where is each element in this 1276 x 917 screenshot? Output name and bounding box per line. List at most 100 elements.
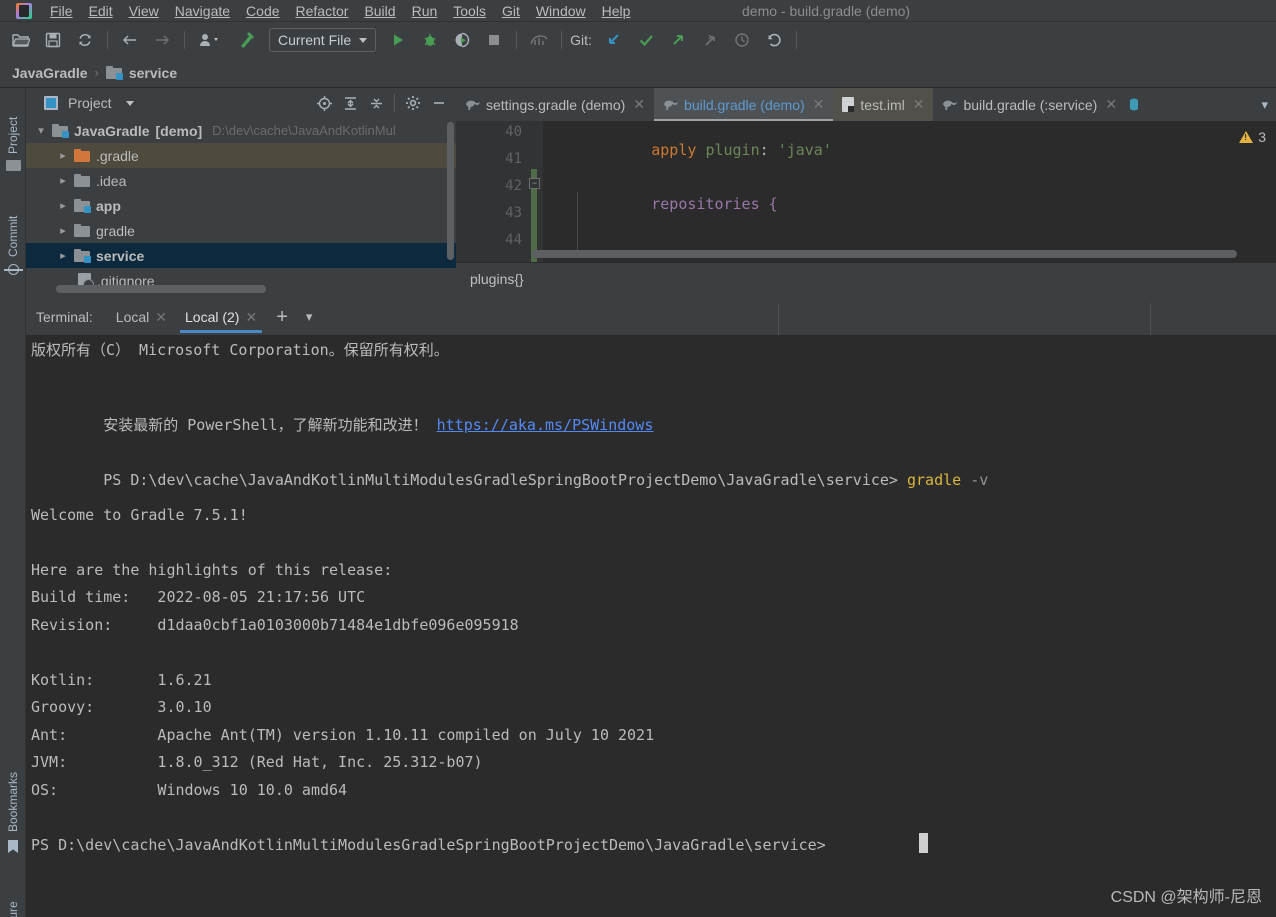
panel-divider [394, 94, 395, 112]
code-token-repositories: repositories [651, 195, 769, 213]
menu-item-refactor[interactable]: Refactor [288, 0, 357, 22]
tree-horizontal-scrollbar[interactable] [56, 285, 266, 293]
menu-item-edit[interactable]: Edit [81, 0, 121, 22]
chevron-right-icon[interactable]: ▸ [56, 149, 70, 162]
terminal-output[interactable]: 版权所有（C） Microsoft Corporation。保留所有权利。 安装… [26, 335, 1276, 917]
tool-window-button-commit[interactable]: Commit [0, 193, 26, 257]
inspection-warning-badge[interactable]: 3 [1239, 129, 1266, 145]
chevron-right-icon[interactable]: ▸ [56, 249, 70, 262]
minimize-icon[interactable] [428, 92, 450, 114]
terminal-tab-local-2[interactable]: Local (2) ✕ [176, 299, 266, 335]
stop-icon[interactable] [481, 27, 507, 53]
chevron-right-icon[interactable]: ▸ [56, 224, 70, 237]
history-icon[interactable] [729, 27, 755, 53]
debug-icon[interactable] [417, 27, 443, 53]
menu-item-run-label: Run [411, 2, 438, 19]
chevron-down-icon[interactable]: ▾ [298, 309, 321, 325]
locate-target-icon[interactable] [313, 92, 335, 114]
add-tab-icon[interactable]: + [266, 306, 298, 329]
menu-item-view[interactable]: View [121, 0, 167, 22]
menu-item-run[interactable]: Run [404, 0, 446, 22]
forward-arrow-icon[interactable] [149, 27, 175, 53]
tree-vertical-scrollbar[interactable] [447, 122, 454, 260]
tree-row-gradle-cache[interactable]: ▸ .gradle [26, 143, 456, 168]
tree-row-app[interactable]: ▸ app [26, 193, 456, 218]
push-icon[interactable] [665, 27, 691, 53]
project-tree[interactable]: ▾ JavaGradle [demo] D:\dev\cache\JavaAnd… [26, 118, 456, 295]
fold-collapse-icon[interactable]: − [529, 178, 540, 189]
menu-item-help[interactable]: Help [594, 0, 639, 22]
chevron-down-icon[interactable] [125, 100, 134, 106]
update-project-icon[interactable] [601, 27, 627, 53]
build-hammer-icon[interactable] [234, 27, 260, 53]
tree-row-service[interactable]: ▸ service [26, 243, 456, 268]
terminal-cursor [919, 833, 928, 853]
menu-item-file[interactable]: File [42, 0, 81, 22]
breadcrumb-current[interactable]: service [129, 65, 177, 81]
tool-window-button-project[interactable]: Project [0, 92, 26, 154]
tree-row-gradle[interactable]: ▸ gradle [26, 218, 456, 243]
menu-item-code[interactable]: Code [238, 0, 287, 22]
main-toolbar: Current File Git: [0, 22, 1276, 58]
commit-icon[interactable] [633, 27, 659, 53]
editor-tab-partial-next[interactable] [1126, 88, 1147, 121]
tab-overflow-chevron-icon[interactable]: ▾ [1261, 88, 1276, 121]
menu-item-navigate[interactable]: Navigate [167, 0, 238, 22]
tree-row-javagradle[interactable]: ▾ JavaGradle [demo] D:\dev\cache\JavaAnd… [26, 118, 456, 143]
tree-label-idea: .idea [96, 172, 127, 189]
menu-item-git[interactable]: Git [494, 0, 528, 22]
editor-tab-label-settings-gradle: settings.gradle (demo) [486, 96, 626, 113]
close-icon[interactable]: ✕ [813, 96, 825, 113]
tree-label-gradle-cache: .gradle [96, 147, 139, 164]
project-tool-window: Project ▾ JavaGradle [demo] D:\dev\cache… [26, 88, 456, 295]
indent-guide [577, 192, 578, 254]
menu-item-window[interactable]: Window [528, 0, 594, 22]
left-tool-strip: Project Commit Bookmarks Structure [0, 88, 26, 917]
settings-gear-icon[interactable] [402, 92, 424, 114]
close-icon[interactable]: ✕ [155, 309, 167, 326]
code-editor[interactable]: 40 41 42 43 44 − apply plugin: 'java' re… [456, 121, 1276, 262]
profiler-icon[interactable] [526, 27, 552, 53]
close-icon[interactable]: ✕ [245, 309, 257, 326]
chevron-right-icon[interactable]: ▸ [56, 174, 70, 187]
sync-refresh-icon[interactable] [72, 27, 98, 53]
menu-item-file-label: File [50, 2, 73, 19]
chevron-down-icon[interactable]: ▾ [34, 124, 48, 137]
back-arrow-icon[interactable] [117, 27, 143, 53]
breadcrumb-root[interactable]: JavaGradle [12, 65, 88, 81]
branch-icon[interactable] [697, 27, 723, 53]
project-panel-title[interactable]: Project [68, 95, 112, 111]
editor-tab-test-iml[interactable]: test.iml ✕ [833, 88, 934, 121]
expand-all-icon[interactable] [339, 92, 361, 114]
rollback-icon[interactable] [761, 27, 787, 53]
tool-window-button-bookmarks[interactable]: Bookmarks [0, 748, 26, 832]
editor-tab-settings-gradle[interactable]: settings.gradle (demo) ✕ [456, 88, 654, 121]
collapse-all-icon[interactable] [365, 92, 387, 114]
close-icon[interactable]: ✕ [633, 96, 645, 113]
terminal-tab-local[interactable]: Local ✕ [107, 299, 176, 335]
run-configuration-selector[interactable]: Current File [269, 28, 377, 52]
tree-label-service: service [96, 247, 145, 264]
tool-window-button-structure[interactable]: Structure [0, 870, 26, 917]
bookmark-icon [8, 840, 18, 853]
menu-item-edit-label: Edit [88, 2, 113, 19]
run-icon[interactable] [385, 27, 411, 53]
line-number: 44 [505, 232, 522, 248]
menu-item-tools[interactable]: Tools [445, 0, 494, 22]
close-icon[interactable]: ✕ [1105, 96, 1117, 113]
menu-item-build[interactable]: Build [356, 0, 403, 22]
tree-row-idea[interactable]: ▸ .idea [26, 168, 456, 193]
tree-label-gradle: gradle [96, 222, 135, 239]
save-all-icon[interactable] [40, 27, 66, 53]
line-number-gutter: 40 41 42 43 44 [456, 121, 530, 262]
open-folder-icon[interactable] [8, 27, 34, 53]
editor-horizontal-scrollbar[interactable] [532, 250, 1237, 258]
chevron-right-icon[interactable]: ▸ [56, 199, 70, 212]
terminal-link-pswindows[interactable]: https://aka.ms/PSWindows [437, 416, 654, 434]
editor-tab-build-gradle-service[interactable]: build.gradle (:service) ✕ [933, 88, 1126, 121]
profile-dropdown-icon[interactable] [194, 27, 228, 53]
close-icon[interactable]: ✕ [913, 96, 925, 113]
editor-breadcrumb-status[interactable]: plugins{} [456, 262, 1276, 295]
editor-tab-build-gradle-demo[interactable]: build.gradle (demo) ✕ [654, 88, 834, 121]
run-with-coverage-icon[interactable] [449, 27, 475, 53]
